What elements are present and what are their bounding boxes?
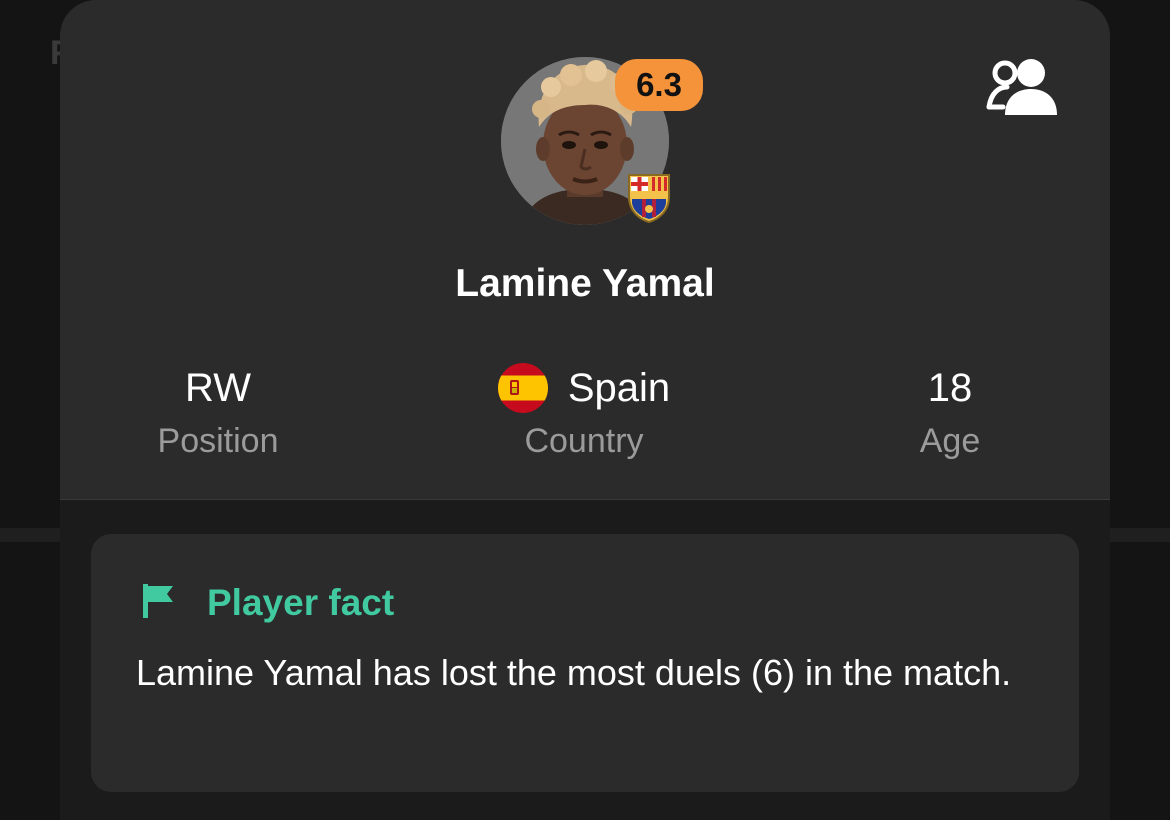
player-sheet: 6.3 Lamine Yamal RW Position Spain Count… [60, 0, 1110, 820]
position-label: Position [157, 422, 279, 460]
player-fact-title: Player fact [207, 582, 395, 623]
stat-country[interactable]: Spain Country [434, 362, 734, 461]
player-fact-text: Lamine Yamal has lost the most duels (6)… [136, 652, 1012, 693]
player-fact-header: Player fact [143, 582, 394, 624]
player-name: Lamine Yamal [455, 262, 715, 305]
player-rating-badge: 6.3 [615, 59, 703, 111]
flag-icon [143, 583, 175, 623]
fc-barcelona-crest-icon [625, 171, 673, 224]
age-value: 18 [927, 365, 973, 410]
position-value: RW [185, 365, 251, 410]
player-avatar-group[interactable]: 6.3 [501, 57, 703, 227]
country-value-row: Spain [434, 362, 734, 414]
country-value: Spain [567, 365, 671, 410]
follow-players-icon[interactable] [985, 55, 1065, 119]
player-fact-card: Player fact Lamine Yamal has lost the mo… [91, 534, 1079, 792]
stat-position: RW Position [68, 362, 368, 461]
player-header: 6.3 Lamine Yamal RW Position Spain Count… [60, 0, 1110, 500]
country-label: Country [524, 422, 644, 460]
age-label: Age [919, 422, 981, 460]
stat-age: 18 Age [800, 362, 1100, 461]
spain-flag-icon [497, 363, 548, 413]
